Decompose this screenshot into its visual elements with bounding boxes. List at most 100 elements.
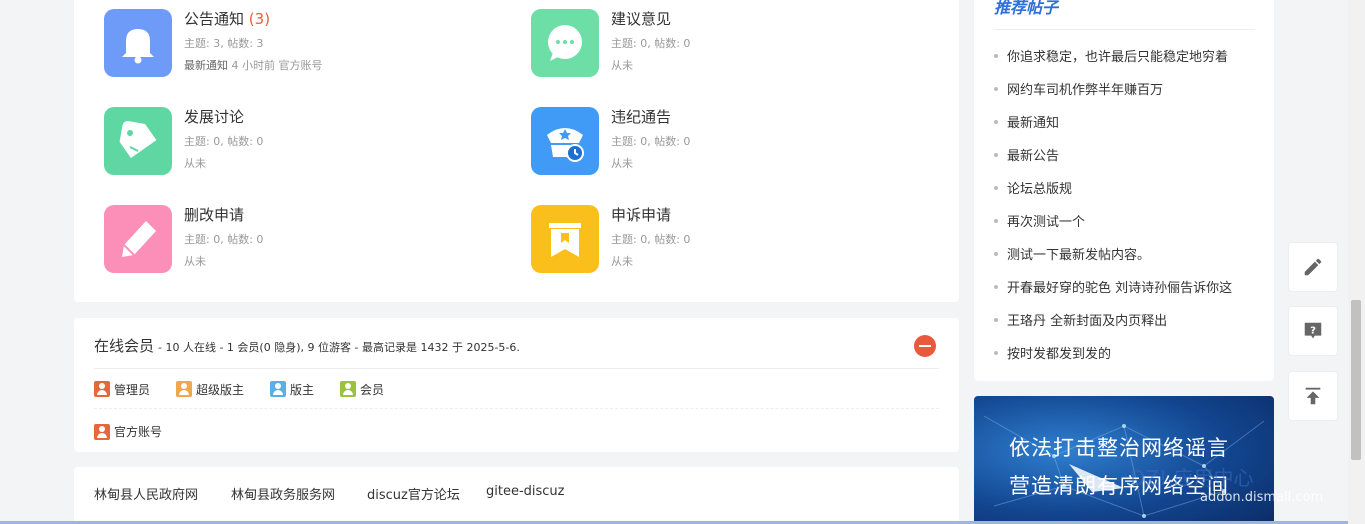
forum-last-post: 最新通知 4 小时前 官方账号 [184, 57, 323, 73]
help-button[interactable]: ? [1288, 306, 1338, 356]
watermark-brand: DZ! 应用中心 [1130, 466, 1254, 490]
online-members-title[interactable]: 在线会员 [94, 337, 154, 355]
last-post-title[interactable]: 最新通知 [184, 59, 228, 72]
collapse-icon[interactable] [914, 335, 936, 357]
legend-moderator: 版主 [270, 381, 314, 397]
last-post-user[interactable]: 官方账号 [279, 59, 323, 72]
forum-name[interactable]: 建议意见 [611, 10, 671, 28]
bullet-icon [994, 185, 998, 190]
forum-stats: 主题: 0, 帖数: 0 [611, 37, 691, 50]
list-item[interactable]: 开春最好穿的驼色 刘诗诗孙俪告诉你这 [994, 277, 1232, 296]
forum-name[interactable]: 违纪通告 [611, 108, 671, 126]
post-link[interactable]: 按时发都发到发的 [1007, 343, 1111, 362]
legend-member: 会员 [340, 381, 384, 397]
divider [94, 368, 939, 369]
friend-links-card: 林甸县人民政府网 林甸县政务服务网 discuz官方论坛 gitee-discu… [74, 467, 959, 524]
bullet-icon [994, 218, 998, 223]
post-link[interactable]: 最新通知 [1007, 112, 1059, 131]
friend-link[interactable]: 林甸县政务服务网 [231, 484, 335, 503]
forum-name[interactable]: 删改申请 [184, 206, 244, 224]
scrollbar-thumb[interactable] [1351, 300, 1361, 460]
post-link[interactable]: 再次测试一个 [1007, 211, 1085, 230]
forum-name[interactable]: 公告通知 [184, 10, 244, 28]
bullet-icon [994, 152, 998, 157]
legend-label: 超级版主 [196, 382, 245, 397]
tag-icon[interactable] [104, 107, 172, 175]
bullet-icon [994, 317, 998, 322]
list-item[interactable]: 最新公告 [994, 145, 1059, 164]
banner-text-line1: 依法打击整治网络谣言 [1009, 436, 1229, 460]
list-item[interactable]: 测试一下最新发帖内容。 [994, 244, 1150, 263]
post-link[interactable]: 网约车司机作弊半年赚百万 [1007, 79, 1163, 98]
help-icon: ? [1304, 322, 1322, 339]
bell-icon[interactable] [104, 9, 172, 77]
bullet-icon [994, 350, 998, 355]
list-item[interactable]: 最新通知 [994, 112, 1059, 131]
post-button[interactable] [1288, 242, 1338, 292]
forum-last-post: 从未 [611, 255, 633, 268]
forum-stats: 主题: 3, 帖数: 3 [184, 37, 264, 50]
pencil-icon[interactable] [104, 205, 172, 273]
user-icon [94, 423, 110, 440]
legend-label: 管理员 [114, 382, 151, 397]
list-item[interactable]: 网约车司机作弊半年赚百万 [994, 79, 1163, 98]
bookmark-icon[interactable] [531, 205, 599, 273]
friend-link[interactable]: gitee-discuz [486, 484, 565, 499]
legend-super-moderator: 超级版主 [176, 381, 244, 397]
online-members-card: 在线会员 - 10 人在线 - 1 会员(0 隐身), 9 位游客 - 最高记录是… [74, 318, 959, 452]
forum-stats: 主题: 0, 帖数: 0 [611, 135, 691, 148]
user-icon [94, 381, 110, 397]
user-icon [270, 381, 286, 397]
legend-admin: 管理员 [94, 381, 150, 397]
list-item[interactable]: 再次测试一个 [994, 211, 1085, 230]
watermark-domain: addon.dismall.com [1200, 490, 1324, 505]
back-to-top-icon [1305, 387, 1321, 405]
forum-stats: 主题: 0, 帖数: 0 [184, 135, 264, 148]
forum-name[interactable]: 申诉申请 [611, 206, 671, 224]
post-link[interactable]: 测试一下最新发帖内容。 [1007, 244, 1150, 263]
forum-last-post: 从未 [184, 157, 206, 170]
list-item[interactable]: 你追求稳定，也许最后只能稳定地穷着 [994, 46, 1228, 65]
list-item[interactable]: 王珞丹 全新封面及内页释出 [994, 310, 1167, 329]
divider [994, 29, 1255, 30]
divider [94, 408, 939, 409]
back-to-top-button[interactable] [1288, 371, 1338, 421]
list-item[interactable]: 论坛总版规 [994, 178, 1072, 197]
recommended-posts-card: 推荐帖子 你追求稳定，也许最后只能稳定地穷着 网约车司机作弊半年赚百万 最新通知… [974, 0, 1274, 381]
list-item[interactable]: 按时发都发到发的 [994, 343, 1111, 362]
forum-name[interactable]: 发展讨论 [184, 108, 244, 126]
bullet-icon [994, 251, 998, 256]
post-link[interactable]: 最新公告 [1007, 145, 1059, 164]
forum-stats: 主题: 0, 帖数: 0 [611, 233, 691, 246]
police-cap-icon[interactable] [531, 107, 599, 175]
recommended-posts-title: 推荐帖子 [994, 0, 1059, 17]
forum-last-post: 从未 [611, 157, 633, 170]
edit-icon [1304, 258, 1322, 276]
post-link[interactable]: 论坛总版规 [1007, 178, 1072, 197]
forum-last-post: 从未 [611, 59, 633, 72]
bullet-icon [994, 53, 998, 58]
online-member[interactable]: 官方账号 [94, 423, 162, 440]
user-icon [176, 381, 192, 397]
legend-label: 会员 [360, 382, 385, 397]
bullet-icon [994, 86, 998, 91]
friend-link[interactable]: discuz官方论坛 [367, 484, 460, 503]
post-link[interactable]: 王珞丹 全新封面及内页释出 [1007, 310, 1167, 329]
legend-label: 版主 [290, 382, 315, 397]
forum-new-count: (3) [248, 10, 271, 28]
chat-bubble-icon[interactable] [531, 9, 599, 77]
online-members-summary: - 10 人在线 - 1 会员(0 隐身), 9 位游客 - 最高记录是 143… [158, 341, 520, 354]
forum-stats: 主题: 0, 帖数: 0 [184, 233, 264, 246]
svg-text:?: ? [1310, 325, 1316, 336]
post-link[interactable]: 你追求稳定，也许最后只能稳定地穷着 [1007, 46, 1228, 65]
member-name[interactable]: 官方账号 [114, 423, 162, 440]
bullet-icon [994, 284, 998, 289]
post-link[interactable]: 开春最好穿的驼色 刘诗诗孙俪告诉你这 [1007, 277, 1232, 296]
bullet-icon [994, 119, 998, 124]
last-post-time: 4 小时前 [231, 59, 276, 72]
user-icon [340, 381, 356, 397]
forum-last-post: 从未 [184, 255, 206, 268]
forum-list-card: 公告通知 (3) 主题: 3, 帖数: 3 最新通知 4 小时前 官方账号 建议… [74, 0, 959, 302]
online-members-header: 在线会员 - 10 人在线 - 1 会员(0 隐身), 9 位游客 - 最高记录是… [94, 335, 520, 356]
friend-link[interactable]: 林甸县人民政府网 [94, 484, 198, 503]
